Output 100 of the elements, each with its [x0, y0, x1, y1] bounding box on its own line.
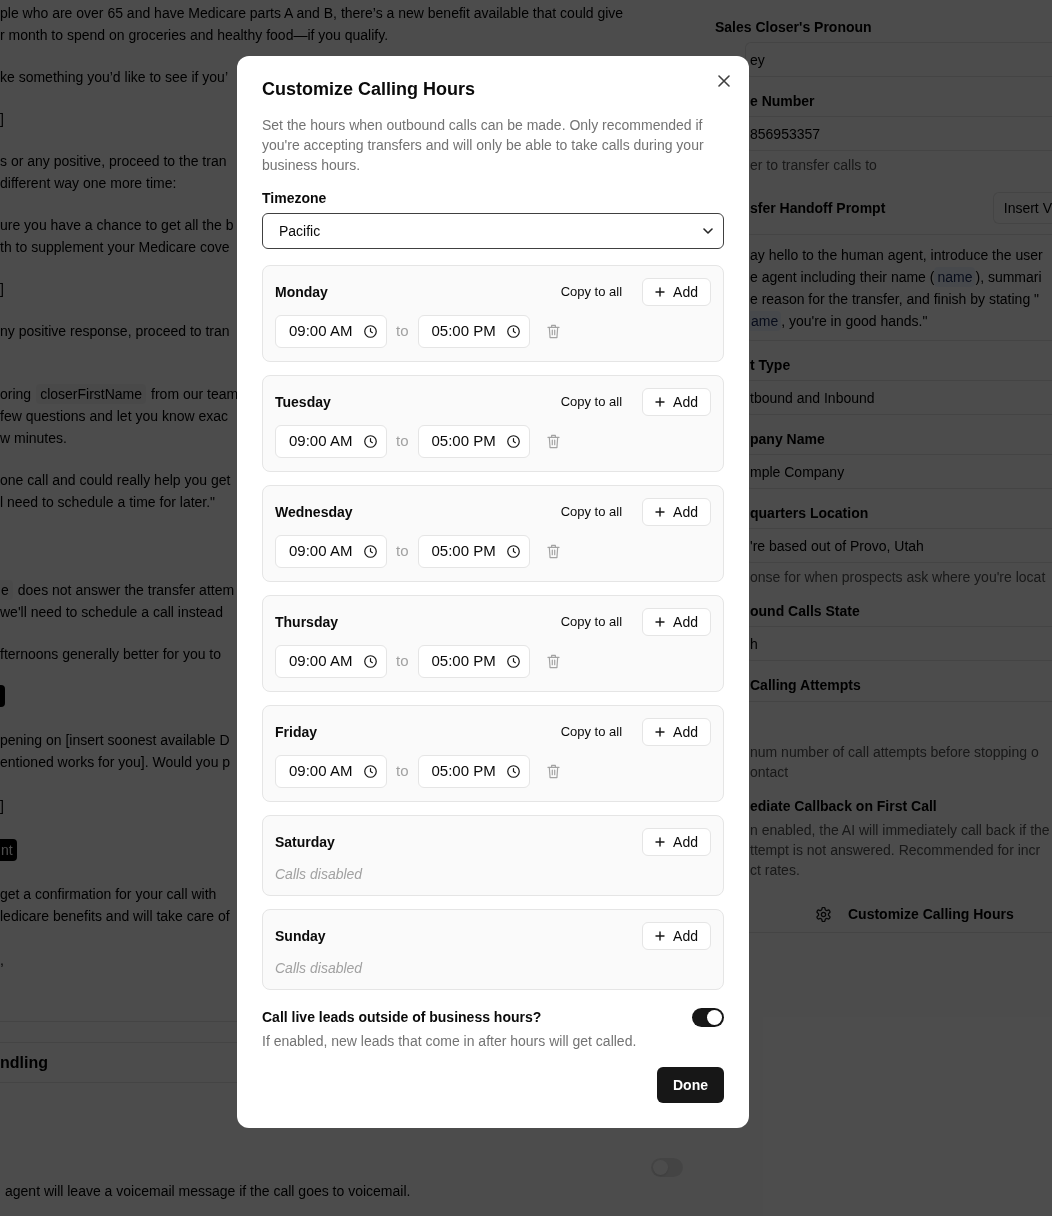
- add-button[interactable]: Add: [642, 278, 711, 306]
- time-field[interactable]: 05:00 PM: [417, 535, 530, 568]
- plus-icon: [655, 507, 666, 517]
- day-name: Thursday: [275, 613, 338, 632]
- plus-icon: [655, 837, 666, 847]
- field-label: ound Calls State: [750, 602, 860, 621]
- field-label: Timezone: [262, 189, 327, 208]
- day-name: Friday: [275, 723, 317, 742]
- editor-text: we'll need to schedule a call instead: [0, 603, 223, 622]
- time-field[interactable]: 05:00 PM: [417, 425, 530, 458]
- editor-text: does not answer the transfer attem: [17, 580, 235, 600]
- clock-icon: [364, 325, 377, 338]
- section-title: ndling: [0, 1052, 48, 1073]
- editor-text: l need to schedule a time for later.": [0, 493, 216, 512]
- clock-icon: [506, 325, 520, 338]
- time-field[interactable]: 05:00 PM: [417, 315, 530, 348]
- editor-text: w minutes.: [0, 429, 67, 448]
- field-label: Calling Attempts: [750, 676, 861, 695]
- editor-text: ure you have a chance to get all the b: [0, 216, 234, 235]
- add-button[interactable]: Add: [642, 828, 711, 856]
- trash-icon[interactable]: [546, 324, 560, 339]
- editor-text: ]: [0, 797, 4, 816]
- clock-icon: [364, 655, 377, 668]
- separator-text: to: [396, 541, 409, 562]
- field-label: pany Name: [750, 430, 825, 449]
- editor-text: ke something you’d like to see if you’: [0, 68, 228, 87]
- editor-text: few questions and let you know exac: [0, 407, 229, 426]
- editor-text: fternoons generally better for you to: [0, 645, 222, 664]
- add-button[interactable]: Add: [642, 608, 711, 636]
- editor-text: ple who are over 65 and have Medicare parts A and B, there’s a new benefit available that could give: [0, 4, 624, 23]
- clock-icon: [506, 655, 520, 668]
- field-label: sfer Handoff Prompt: [750, 199, 886, 218]
- time-field[interactable]: 09:00 AM: [275, 425, 387, 458]
- clock-icon: [506, 545, 520, 558]
- editor-text: one call and could really help you get: [0, 471, 231, 490]
- separator-text: to: [396, 321, 409, 342]
- field-label: t Type: [750, 356, 791, 375]
- copy-to-all-button[interactable]: Copy to all: [552, 498, 631, 526]
- day-name: Saturday: [275, 833, 335, 852]
- editor-text: ledicare benefits and will take care of: [0, 907, 230, 926]
- time-field[interactable]: 09:00 AM: [275, 535, 387, 568]
- copy-to-all-button[interactable]: Copy to all: [552, 608, 631, 636]
- day-name: Tuesday: [275, 393, 331, 412]
- trash-icon[interactable]: [546, 544, 560, 559]
- editor-text: from our team: [151, 384, 239, 404]
- clock-icon: [364, 545, 377, 558]
- add-button[interactable]: Add: [642, 388, 711, 416]
- plus-icon: [655, 397, 666, 407]
- day-name: Monday: [275, 283, 328, 302]
- editor-text: ]: [0, 280, 4, 299]
- done-button[interactable]: Done: [657, 1067, 724, 1103]
- separator-text: to: [396, 761, 409, 782]
- add-button[interactable]: Add: [642, 922, 711, 950]
- time-field[interactable]: 05:00 PM: [417, 755, 530, 788]
- calls-disabled-text: Calls disabled: [275, 865, 363, 884]
- field-label: Sales Closer's Pronoun: [715, 18, 872, 37]
- calls-disabled-text: Calls disabled: [275, 959, 363, 978]
- editor-text: ]: [0, 110, 4, 129]
- clock-icon: [364, 765, 377, 778]
- trash-icon[interactable]: [546, 764, 560, 779]
- trash-icon[interactable]: [546, 434, 560, 449]
- toggle-switch[interactable]: [692, 1007, 724, 1027]
- trash-icon[interactable]: [546, 654, 560, 669]
- add-button[interactable]: Add: [642, 498, 711, 526]
- separator-text: to: [396, 431, 409, 452]
- time-field[interactable]: 09:00 AM: [275, 315, 387, 348]
- field-label: e Number: [750, 92, 815, 111]
- editor-text: s or any positive, proceed to the tran: [0, 152, 227, 171]
- editor-text: get a confirmation for your call with: [0, 885, 217, 904]
- dialog-title: Customize Calling Hours: [262, 78, 476, 101]
- dialog-description: Set the hours when outbound calls can be made. Only recommended if you're accepting transfers and will only be able to take calls during your business hours.: [262, 116, 705, 175]
- close-icon[interactable]: [718, 75, 730, 87]
- editor-text: entioned works for you]. Would you p: [0, 753, 231, 772]
- plus-icon: [655, 617, 666, 627]
- editor-text: ,: [0, 951, 4, 970]
- timezone-select[interactable]: Pacific: [262, 213, 724, 249]
- plus-icon: [655, 931, 666, 941]
- section-description: agent will leave a voicemail message if the call goes to voicemail.: [4, 1182, 411, 1201]
- copy-to-all-button[interactable]: Copy to all: [552, 278, 631, 306]
- field-label: ediate Callback on First Call: [750, 797, 937, 816]
- separator-text: to: [396, 651, 409, 672]
- clock-icon: [506, 435, 520, 448]
- editor-text: r month to spend on groceries and healthy food—if you qualify.: [0, 26, 389, 45]
- editor-text: th to supplement your Medicare cove: [0, 238, 230, 257]
- toggle-label: Call live leads outside of business hours?: [262, 1008, 542, 1027]
- day-name: Sunday: [275, 927, 326, 946]
- plus-icon: [655, 287, 666, 297]
- copy-to-all-button[interactable]: Copy to all: [552, 388, 631, 416]
- editor-text: oring: [0, 384, 32, 404]
- time-field[interactable]: 09:00 AM: [275, 645, 387, 678]
- toggle-description: If enabled, new leads that come in after hours will get called.: [262, 1032, 637, 1051]
- copy-to-all-button[interactable]: Copy to all: [552, 718, 631, 746]
- time-field[interactable]: 05:00 PM: [417, 645, 530, 678]
- time-field[interactable]: 09:00 AM: [275, 755, 387, 788]
- plus-icon: [655, 727, 666, 737]
- clock-icon: [364, 435, 377, 448]
- day-name: Wednesday: [275, 503, 353, 522]
- editor-text: ny positive response, proceed to tran: [0, 322, 230, 341]
- chevron-down-icon: [703, 228, 713, 234]
- add-button[interactable]: Add: [642, 718, 711, 746]
